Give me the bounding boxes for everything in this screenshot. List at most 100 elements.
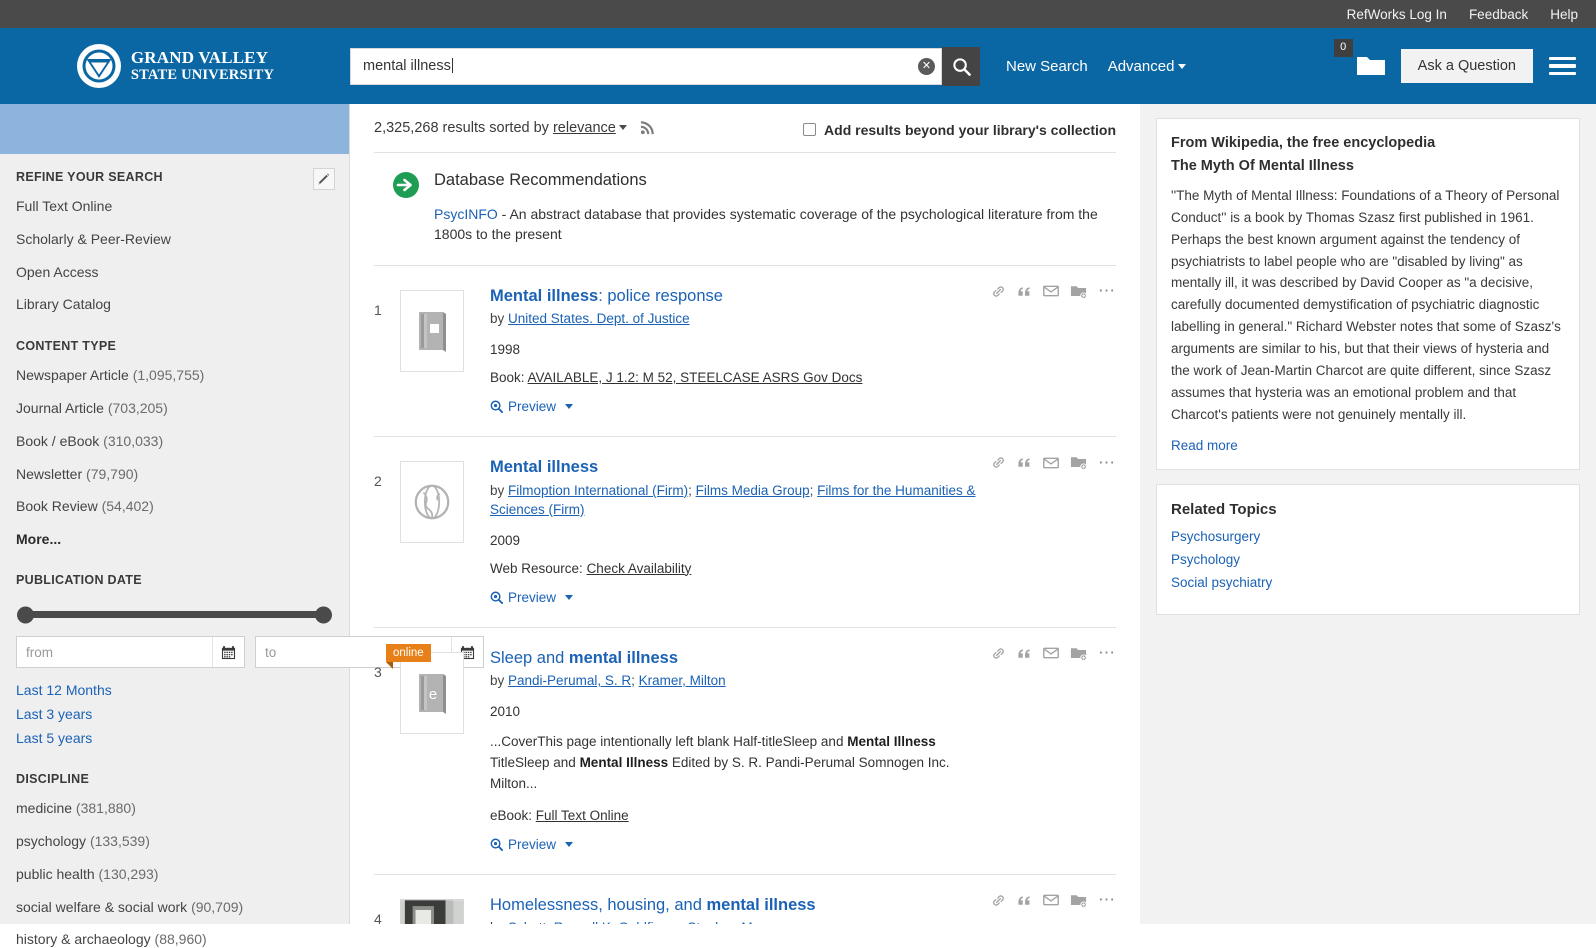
envelope-icon[interactable]	[1043, 893, 1059, 907]
content-type-title: CONTENT TYPE	[16, 339, 117, 354]
clear-search-icon[interactable]: ✕	[918, 57, 935, 75]
result-title-link[interactable]: Homelessness, housing, and mental illnes…	[490, 895, 986, 916]
chain-link-icon[interactable]	[991, 646, 1006, 661]
envelope-icon[interactable]	[1043, 284, 1059, 298]
slider-handle-min[interactable]	[17, 606, 34, 624]
date-last-12-months[interactable]: Last 12 Months	[16, 682, 333, 698]
facet-scholarly-peer-review[interactable]: Scholarly & Peer-Review	[16, 231, 333, 248]
related-topic-psychosurgery[interactable]: Psychosurgery	[1171, 529, 1565, 544]
chain-link-icon[interactable]	[991, 284, 1006, 299]
facet-open-access[interactable]: Open Access	[16, 264, 333, 281]
result-actions: ⋯	[991, 891, 1116, 908]
author-link[interactable]: United States. Dept. of Justice	[508, 311, 690, 326]
facet-discipline-history-archaeology[interactable]: history & archaeology (88,960)	[16, 931, 333, 948]
read-more-link[interactable]: Read more	[1171, 438, 1565, 453]
folder-add-icon[interactable]	[1070, 284, 1087, 299]
advanced-search-link[interactable]: Advanced	[1108, 58, 1187, 75]
date-last-3-years[interactable]: Last 3 years	[16, 706, 333, 722]
availability-link[interactable]: Check Availability	[587, 561, 692, 576]
availability-link[interactable]: AVAILABLE, J 1.2: M 52, STEELCASE ASRS G…	[528, 370, 863, 385]
date-last-5-years[interactable]: Last 5 years	[16, 730, 333, 746]
facet-discipline-psychology[interactable]: psychology (133,539)	[16, 833, 333, 850]
facet-discipline-social-welfare[interactable]: social welfare & social work (90,709)	[16, 899, 333, 916]
chevron-down-icon	[565, 404, 574, 410]
folder-add-icon[interactable]	[1070, 455, 1087, 471]
facet-book-ebook[interactable]: Book / eBook (310,033)	[16, 433, 333, 450]
hamburger-menu-icon[interactable]	[1547, 55, 1578, 78]
book-icon	[419, 311, 446, 352]
preview-toggle[interactable]: Preview	[490, 837, 574, 852]
feedback-link[interactable]: Feedback	[1469, 7, 1528, 22]
folder-add-icon[interactable]	[1070, 646, 1087, 661]
database-recommendation-item: PsycINFO - An abstract database that pro…	[434, 204, 1116, 245]
facet-journal-article[interactable]: Journal Article (703,205)	[16, 400, 333, 417]
slider-handle-max[interactable]	[315, 606, 332, 624]
result-thumbnail	[400, 457, 472, 608]
ellipsis-icon[interactable]: ⋯	[1098, 453, 1116, 470]
result-title-link[interactable]: Mental illness	[490, 457, 986, 478]
table-row[interactable]: 2 Mental illness by Filmoption Internati…	[374, 437, 1116, 626]
ellipsis-icon[interactable]: ⋯	[1098, 282, 1116, 299]
add-results-beyond-checkbox[interactable]: Add results beyond your library's collec…	[803, 122, 1116, 138]
facet-discipline-medicine[interactable]: medicine (381,880)	[16, 800, 333, 817]
table-row[interactable]: 4 Homelessness, housing, and mental illn…	[374, 875, 1116, 924]
author-link[interactable]: Films Media Group	[696, 483, 810, 498]
chain-link-icon[interactable]	[991, 455, 1006, 470]
search-button[interactable]	[942, 46, 980, 86]
result-actions: ⋯	[991, 644, 1116, 661]
rss-icon[interactable]	[640, 121, 655, 139]
result-actions: ⋯	[991, 282, 1116, 299]
preview-toggle[interactable]: Preview	[490, 399, 574, 414]
facet-newspaper-article[interactable]: Newspaper Article (1,095,755)	[16, 367, 333, 384]
chain-link-icon[interactable]	[991, 893, 1006, 908]
author-link[interactable]: Filmoption International (Firm)	[508, 483, 688, 498]
facet-library-catalog[interactable]: Library Catalog	[16, 296, 333, 313]
result-year: 2010	[490, 704, 521, 720]
ask-a-question-button[interactable]: Ask a Question	[1400, 49, 1533, 83]
new-search-link[interactable]: New Search	[1006, 58, 1088, 75]
calendar-icon	[221, 645, 236, 659]
availability-link[interactable]: Full Text Online	[536, 808, 629, 823]
result-authors: by Filmoption International (Firm); Film…	[490, 482, 976, 517]
table-row[interactable]: 3 online e Sleep and mental illness by P…	[374, 628, 1116, 874]
sort-by-link[interactable]: relevance	[553, 120, 616, 136]
quote-icon[interactable]	[1017, 455, 1032, 470]
search-input[interactable]: mental illness ✕	[350, 47, 942, 85]
psycinfo-link[interactable]: PsycINFO	[434, 206, 498, 222]
table-row[interactable]: 1 Mental illness: police response by Uni…	[374, 266, 1116, 437]
refworks-login-link[interactable]: RefWorks Log In	[1347, 7, 1447, 22]
envelope-icon[interactable]	[1043, 646, 1059, 660]
date-from-calendar-icon[interactable]	[212, 637, 244, 668]
logo-container[interactable]: GRAND VALLEY STATE UNIVERSITY	[0, 43, 350, 89]
folder-button[interactable]: 0	[1333, 39, 1387, 79]
help-link[interactable]: Help	[1550, 7, 1578, 22]
edit-facets-button[interactable]	[313, 168, 335, 190]
facet-newsletter[interactable]: Newsletter (79,790)	[16, 466, 333, 483]
envelope-icon[interactable]	[1043, 456, 1059, 470]
facet-discipline-public-health[interactable]: public health (130,293)	[16, 866, 333, 883]
publication-date-slider[interactable]	[16, 601, 333, 624]
content-type-more-link[interactable]: More...	[16, 531, 333, 547]
quote-icon[interactable]	[1017, 646, 1032, 661]
author-link[interactable]: Kramer, Milton	[639, 673, 726, 688]
folder-add-icon[interactable]	[1070, 893, 1087, 908]
preview-toggle[interactable]: Preview	[490, 590, 574, 605]
ellipsis-icon[interactable]: ⋯	[1098, 644, 1116, 661]
author-link[interactable]: Schutt, Russell K	[508, 920, 611, 924]
related-topic-social-psychiatry[interactable]: Social psychiatry	[1171, 575, 1565, 590]
result-title-link[interactable]: Sleep and mental illness	[490, 648, 986, 669]
chevron-down-icon	[565, 841, 574, 847]
author-link[interactable]: Goldfinger, Stephen M	[618, 920, 752, 924]
related-topic-psychology[interactable]: Psychology	[1171, 552, 1565, 567]
date-from-input[interactable]	[17, 637, 212, 668]
facet-book-review[interactable]: Book Review (54,402)	[16, 498, 333, 515]
quote-icon[interactable]	[1017, 893, 1032, 908]
author-link[interactable]: Pandi-Perumal, S. R	[508, 673, 631, 688]
quote-icon[interactable]	[1017, 284, 1032, 299]
preview-magnifier-icon	[490, 838, 503, 851]
wikipedia-card: From Wikipedia, the free encyclopedia Th…	[1156, 118, 1580, 471]
facet-full-text-online[interactable]: Full Text Online	[16, 198, 333, 215]
ellipsis-icon[interactable]: ⋯	[1098, 891, 1116, 908]
site-header: GRAND VALLEY STATE UNIVERSITY mental ill…	[0, 28, 1596, 104]
result-title-link[interactable]: Mental illness: police response	[490, 286, 986, 307]
